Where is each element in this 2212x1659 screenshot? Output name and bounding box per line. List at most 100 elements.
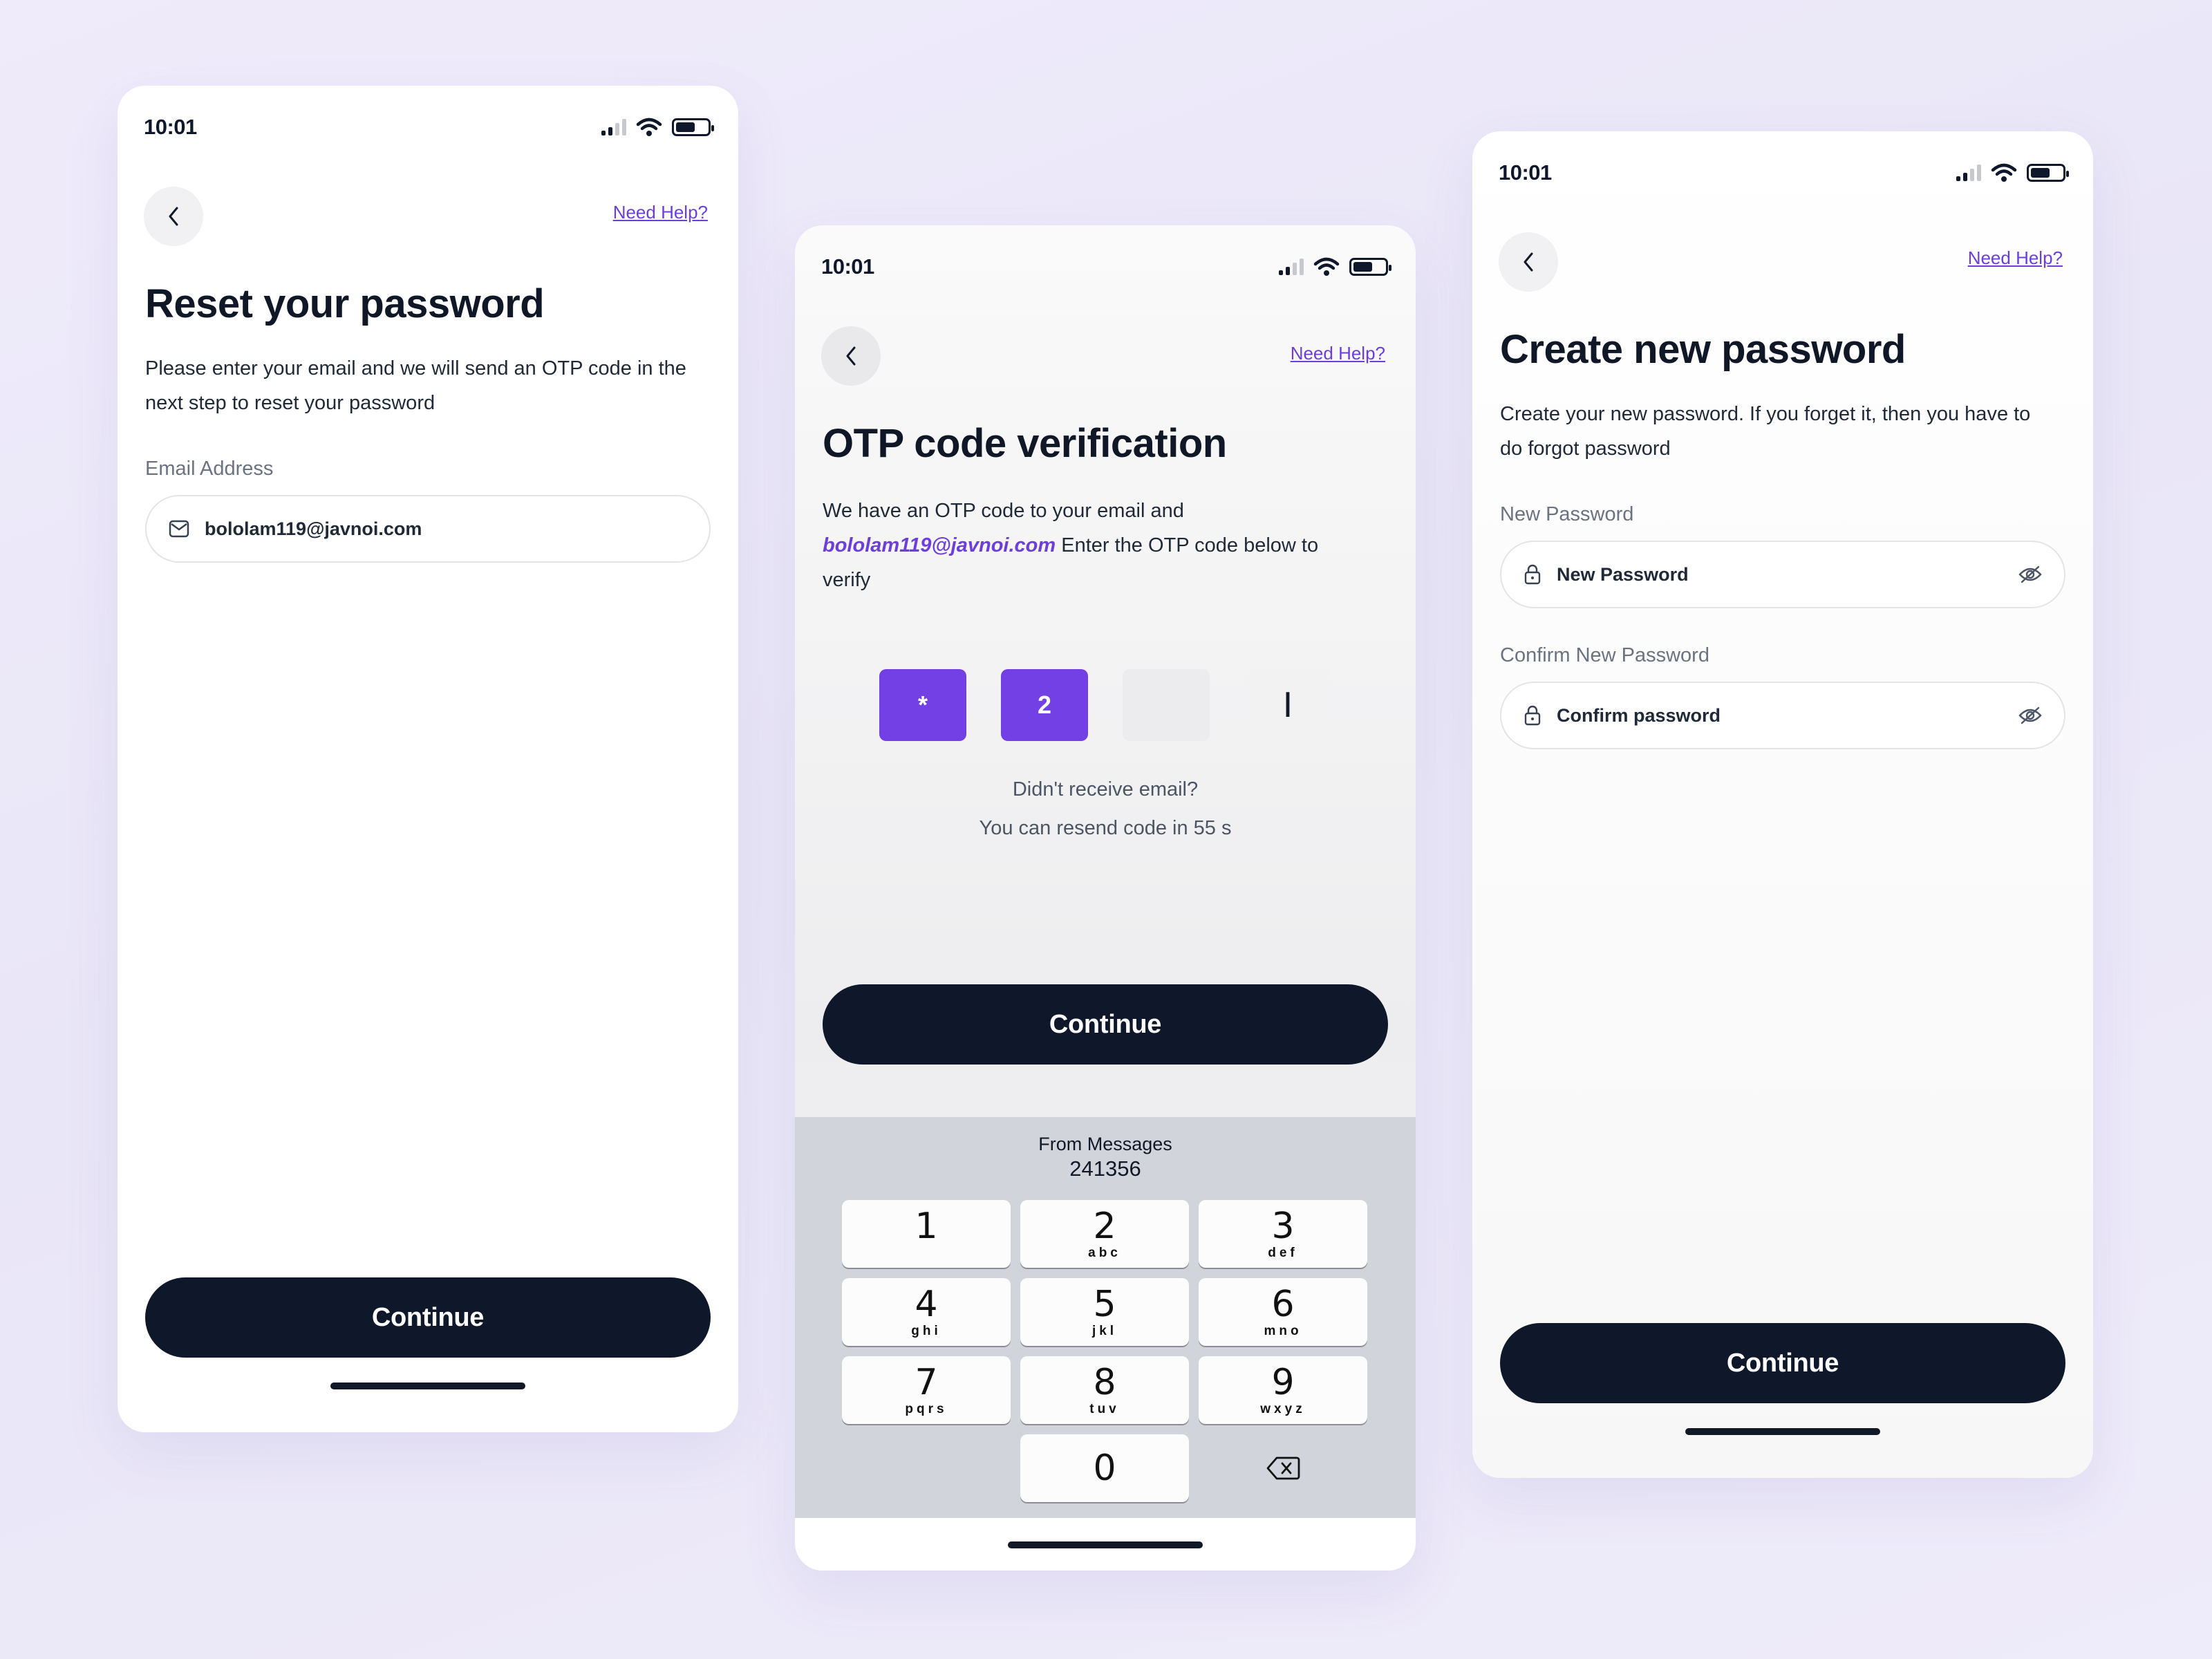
signal-icon [1279, 259, 1304, 275]
new-password-placeholder: New Password [1557, 563, 1689, 585]
need-help-link[interactable]: Need Help? [1968, 247, 2063, 269]
confirm-password-field[interactable]: Confirm password [1500, 682, 2065, 749]
key-number: 0 [1093, 1447, 1116, 1489]
resend-timer: You can resend code in 55 s [979, 817, 1232, 839]
key-6[interactable]: 6 mno [1199, 1278, 1367, 1346]
key-2[interactable]: 2 abc [1020, 1200, 1189, 1268]
wifi-icon [636, 118, 662, 136]
eye-off-icon[interactable] [2018, 706, 2042, 725]
otp-input-row: * 2 I [795, 669, 1416, 741]
otp-digit-4[interactable]: I [1244, 669, 1331, 741]
key-number: 8 [1093, 1362, 1116, 1403]
key-letters: jkl [1091, 1324, 1118, 1338]
status-icons [1279, 257, 1391, 276]
key-letters: mno [1264, 1324, 1302, 1338]
description-prefix: We have an OTP code to your email and [823, 500, 1184, 522]
chevron-left-icon [169, 207, 178, 226]
page-title: OTP code verification [823, 421, 1227, 466]
key-letters: def [1268, 1246, 1298, 1260]
email-field[interactable]: bololam119@javnoi.com [145, 495, 711, 563]
key-number: 6 [1271, 1284, 1295, 1325]
key-number: 1 [915, 1206, 938, 1247]
wifi-icon [1991, 163, 2017, 182]
battery-icon [1349, 258, 1391, 276]
page-description: We have an OTP code to your email and bo… [823, 494, 1353, 597]
chevron-left-icon [846, 346, 856, 366]
backspace-icon [1266, 1456, 1300, 1480]
page-description: Please enter your email and we will send… [145, 357, 686, 414]
continue-button[interactable]: Continue [1500, 1323, 2065, 1403]
need-help-link[interactable]: Need Help? [613, 202, 708, 223]
otp-verification-screen: 10:01 Need Help? OTP code verification W… [795, 225, 1416, 1571]
lock-icon [1524, 564, 1541, 585]
signal-icon [1956, 165, 1981, 181]
suggestion-source: From Messages [1038, 1134, 1172, 1154]
home-indicator [1685, 1428, 1880, 1435]
lock-icon [1524, 705, 1541, 726]
back-button[interactable] [144, 187, 203, 246]
home-indicator [330, 1382, 525, 1389]
key-9[interactable]: 9 wxyz [1199, 1356, 1367, 1424]
page-title: Create new password [1500, 327, 1906, 372]
key-1[interactable]: 1 [842, 1200, 1011, 1268]
key-number: 2 [1093, 1206, 1116, 1247]
new-password-field[interactable]: New Password [1500, 541, 2065, 608]
continue-button[interactable]: Continue [145, 1277, 711, 1358]
eye-off-icon[interactable] [2018, 565, 2042, 584]
back-button[interactable] [1499, 232, 1558, 292]
delete-key[interactable] [1199, 1434, 1367, 1502]
create-password-screen: 10:01 Need Help? Create new password Cre… [1472, 131, 2093, 1478]
keypad: 1 2 abc 3 def 4 ghi 5 jkl 6 mno 7 pqrs 8 tuv 9w… [842, 1200, 1369, 1502]
home-indicator [1008, 1541, 1203, 1548]
key-0[interactable]: 0 [1020, 1434, 1189, 1502]
key-letters: wxyz [1260, 1402, 1306, 1416]
continue-button[interactable]: Continue [823, 984, 1388, 1065]
key-letters: pqrs [905, 1402, 948, 1416]
key-number: 7 [915, 1362, 938, 1403]
status-time: 10:01 [1499, 160, 1552, 185]
resend-question: Didn't receive email? [1012, 778, 1199, 800]
key-4[interactable]: 4 ghi [842, 1278, 1011, 1346]
otp-digit-1[interactable]: * [879, 669, 966, 741]
key-empty [842, 1434, 1011, 1502]
key-number: 9 [1271, 1362, 1295, 1403]
confirm-password-placeholder: Confirm password [1557, 704, 1721, 726]
page-title: Reset your password [145, 281, 545, 326]
back-button[interactable] [821, 326, 881, 386]
chevron-left-icon [1524, 252, 1533, 272]
key-number: 5 [1093, 1284, 1116, 1325]
battery-icon [2027, 164, 2069, 182]
key-5[interactable]: 5 jkl [1020, 1278, 1189, 1346]
status-icons [1956, 163, 2069, 182]
mail-icon [169, 520, 189, 538]
email-label: Email Address [145, 458, 274, 480]
suggestion-code: 241356 [1069, 1156, 1141, 1181]
signal-icon [601, 119, 626, 135]
new-password-label: New Password [1500, 503, 1634, 525]
key-number: 3 [1271, 1206, 1295, 1247]
wifi-icon [1313, 257, 1340, 276]
status-bar: 10:01 [144, 106, 714, 148]
key-3[interactable]: 3 def [1199, 1200, 1367, 1268]
numeric-keyboard: From Messages 241356 1 2 abc 3 def 4 ghi 5j… [795, 1117, 1416, 1518]
otp-digit-3[interactable] [1123, 669, 1210, 741]
otp-autofill-suggestion[interactable]: From Messages 241356 [795, 1134, 1416, 1181]
status-time: 10:01 [821, 254, 874, 279]
status-bar: 10:01 [1499, 152, 2069, 194]
status-time: 10:01 [144, 115, 197, 139]
reset-password-screen: 10:01 Need Help? Reset your password Ple… [118, 86, 738, 1432]
key-number: 4 [915, 1284, 938, 1325]
key-letters: ghi [911, 1324, 941, 1338]
otp-digit-2[interactable]: 2 [1001, 669, 1088, 741]
status-bar: 10:01 [821, 246, 1391, 288]
status-icons [601, 118, 714, 137]
battery-icon [672, 118, 714, 136]
key-7[interactable]: 7 pqrs [842, 1356, 1011, 1424]
key-letters: tuv [1089, 1402, 1120, 1416]
key-8[interactable]: 8 tuv [1020, 1356, 1189, 1424]
email-highlight: bololam119@javnoi.com [823, 534, 1056, 556]
need-help-link[interactable]: Need Help? [1291, 343, 1385, 364]
page-description: Create your new password. If you forget … [1500, 403, 2031, 460]
confirm-password-label: Confirm New Password [1500, 644, 1709, 666]
key-letters: abc [1088, 1246, 1121, 1260]
